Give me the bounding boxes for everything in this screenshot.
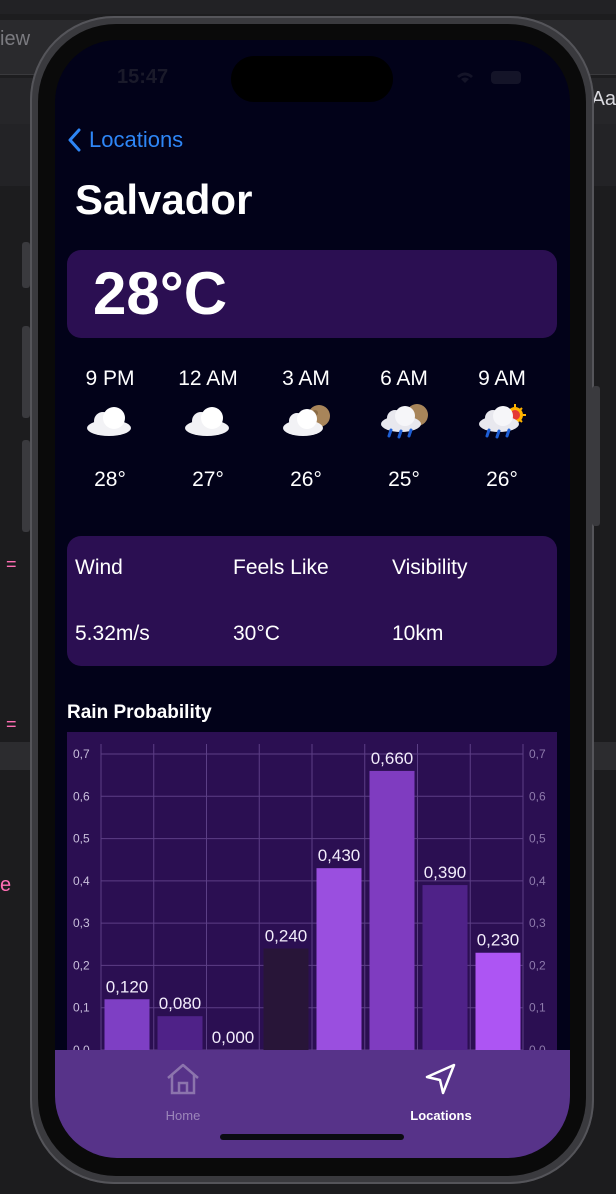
- y-tick-label-right: 0,5: [529, 832, 546, 846]
- bar-value-label: 0,660: [371, 749, 414, 768]
- chart-bar: [475, 952, 521, 1062]
- bar-value-label: 0,390: [424, 863, 467, 882]
- y-tick-label-left: 0,3: [73, 916, 90, 930]
- chevron-left-icon: [68, 128, 81, 152]
- volume-down-button: [22, 440, 30, 532]
- battery-icon: [491, 71, 521, 84]
- action-button: [22, 242, 30, 288]
- y-tick-label-right: 0,3: [529, 916, 546, 930]
- back-button-label: Locations: [89, 127, 184, 152]
- wifi-icon: [457, 72, 473, 83]
- rain-probability-chart: 0,00,00,10,10,20,20,30,30,40,40,50,50,60…: [67, 732, 557, 1062]
- y-tick-label-left: 0,1: [73, 1001, 90, 1015]
- hour-time: 9 AM: [478, 367, 526, 390]
- y-tick-label-right: 0,7: [529, 747, 546, 761]
- hour-time: 6 AM: [380, 367, 428, 390]
- tab-bar: Home Locations: [55, 1050, 570, 1158]
- rain-probability-title: Rain Probability: [67, 702, 212, 723]
- hour-temp: 26°: [486, 468, 518, 491]
- bar-value-label: 0,230: [477, 931, 520, 950]
- y-tick-label-left: 0,2: [73, 958, 90, 972]
- cloud-icon: [185, 407, 229, 436]
- hour-time: 12 AM: [178, 367, 238, 390]
- tab-home[interactable]: Home: [113, 1058, 253, 1128]
- hour-temp: 26°: [290, 468, 322, 491]
- current-temp-card: 28°C: [67, 250, 557, 338]
- hour-temp: 28°: [94, 468, 126, 491]
- hour-time: 9 PM: [85, 367, 135, 390]
- y-tick-label-left: 0,6: [73, 789, 90, 803]
- volume-up-button: [22, 326, 30, 418]
- back-button[interactable]: Locations: [67, 126, 183, 154]
- stat-value: 30°C: [233, 622, 280, 645]
- y-tick-label-right: 0,6: [529, 789, 546, 803]
- hourly-forecast: 9 PM 28° 12 AM 27° 3 AM 26° 6 AM 25° 9 A…: [61, 366, 561, 506]
- y-tick-label-right: 0,1: [529, 1001, 546, 1015]
- stat-label: Visibility: [392, 556, 468, 579]
- stat-value: 5.32m/s: [75, 622, 150, 645]
- current-temp: 28°C: [93, 260, 228, 327]
- home-indicator: [220, 1134, 404, 1140]
- chart-bar: [316, 868, 362, 1062]
- tab-home-label: Home: [165, 1108, 201, 1123]
- bar-value-label: 0,120: [106, 977, 149, 996]
- rain-moon-icon: [381, 404, 428, 439]
- rain-sun-icon: [479, 404, 526, 439]
- hour-temp: 25°: [388, 468, 420, 491]
- background-code-eq: =: [6, 714, 17, 734]
- chart-svg: 0,00,00,10,10,20,20,30,30,40,40,50,50,60…: [73, 744, 546, 1062]
- hourly-item: 9 PM 28°: [61, 366, 159, 494]
- background-menu-text: iew: [0, 28, 31, 50]
- bar-value-label: 0,000: [212, 1028, 255, 1047]
- stat-label: Feels Like: [233, 556, 329, 579]
- weather-stats-card: Wind 5.32m/s Feels Like 30°C Visibility …: [67, 536, 557, 666]
- hourly-item: 9 AM 26°: [453, 366, 551, 494]
- tab-locations-label: Locations: [410, 1108, 472, 1123]
- background-font-text: Aa: [591, 88, 616, 110]
- hourly-item: 12 AM 27°: [159, 366, 257, 494]
- location-arrow-icon: [425, 1063, 456, 1095]
- bar-value-label: 0,240: [265, 927, 308, 946]
- chart-bar: [369, 770, 415, 1062]
- power-button: [592, 386, 600, 526]
- y-tick-label-right: 0,4: [529, 874, 546, 888]
- bar-value-label: 0,430: [318, 846, 361, 865]
- y-tick-label-left: 0,5: [73, 832, 90, 846]
- y-tick-label-left: 0,4: [73, 874, 90, 888]
- cloud-icon: [87, 407, 131, 436]
- app-screen: 15:47 Locations Salvador 28°C 9 PM 28° 1…: [55, 40, 570, 1158]
- city-title: Salvador: [75, 176, 253, 223]
- y-tick-label-left: 0,7: [73, 747, 90, 761]
- bar-value-label: 0,080: [159, 994, 202, 1013]
- status-time: 15:47: [117, 66, 169, 88]
- background-code-char: e: [0, 874, 12, 896]
- stat-label: Wind: [75, 556, 123, 579]
- stat-value: 10km: [392, 622, 444, 645]
- hourly-item: 3 AM 26°: [257, 366, 355, 494]
- y-tick-label-right: 0,2: [529, 958, 546, 972]
- background-window-bar: [0, 0, 616, 14]
- tab-locations[interactable]: Locations: [371, 1058, 511, 1128]
- dynamic-island: [231, 56, 393, 102]
- hour-temp: 27°: [192, 468, 224, 491]
- background-code-eq: =: [6, 554, 17, 574]
- hour-time: 3 AM: [282, 367, 330, 390]
- chart-bar: [422, 885, 468, 1062]
- cloud-moon-icon: [283, 405, 330, 436]
- house-icon: [167, 1063, 199, 1095]
- chart-bar: [263, 948, 309, 1062]
- hourly-item: 6 AM 25°: [355, 366, 453, 494]
